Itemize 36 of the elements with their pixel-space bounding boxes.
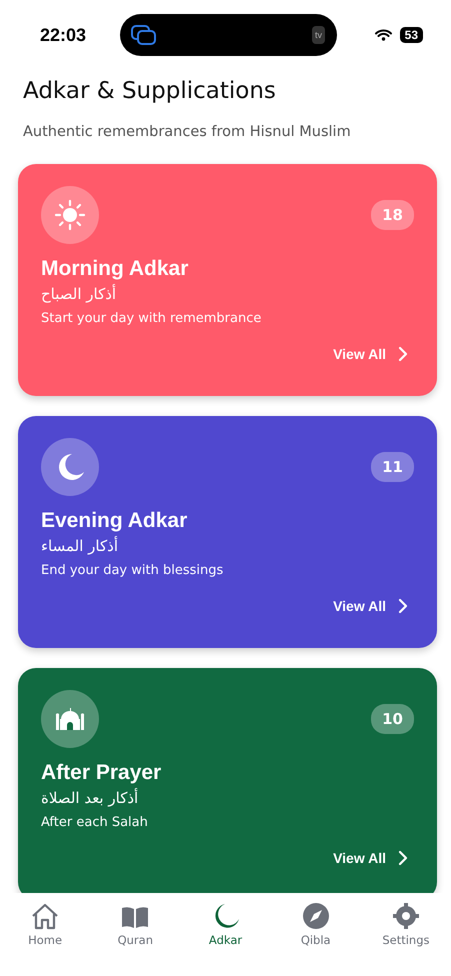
view-all-link[interactable]: View All [333, 598, 386, 614]
card-title: Evening Adkar [41, 509, 188, 533]
arabic-title: أذكار المساء [41, 537, 118, 555]
page-title: Adkar & Supplications [23, 78, 277, 104]
card-title: After Prayer [41, 761, 162, 785]
card-description: After each Salah [41, 815, 149, 830]
status-time: 22:03 [40, 24, 88, 46]
arabic-title: أذكار الصباح [41, 285, 116, 303]
page-subtitle: Authentic remembrances from Hisnul Muslim [23, 124, 352, 140]
tab-item[interactable]: Quran [90, 901, 180, 976]
count-badge: 10 [371, 704, 414, 734]
tab-item[interactable]: Adkar [180, 901, 271, 976]
tab-item[interactable]: Qibla [270, 901, 361, 976]
mosque-icon [41, 690, 99, 748]
wifi-icon [374, 29, 392, 41]
tv-badge: tv [312, 26, 325, 44]
card-title: Morning Adkar [41, 257, 190, 281]
tab-item[interactable]: Home [0, 901, 90, 976]
moon-icon [41, 438, 99, 496]
arabic-title: أذكار بعد الصلاة [41, 789, 138, 807]
home-icon [30, 901, 60, 931]
battery-indicator: 53 [400, 27, 423, 43]
count-badge: 11 [371, 452, 414, 482]
card-description: End your day with blessings [41, 563, 224, 578]
settings-icon [390, 901, 421, 931]
tab-item[interactable]: Settings [360, 901, 451, 976]
card-description: Start your day with remembrance [41, 311, 262, 326]
overlapping-squares-icon [130, 24, 158, 46]
chevron-right-icon [398, 598, 408, 614]
count-badge: 18 [371, 200, 414, 230]
chevron-right-icon [398, 346, 408, 362]
chevron-right-icon [398, 850, 408, 866]
sun-icon [41, 186, 99, 244]
view-all-link[interactable]: View All [333, 346, 386, 362]
view-all-link[interactable]: View All [333, 850, 386, 866]
compass-icon [300, 901, 331, 931]
